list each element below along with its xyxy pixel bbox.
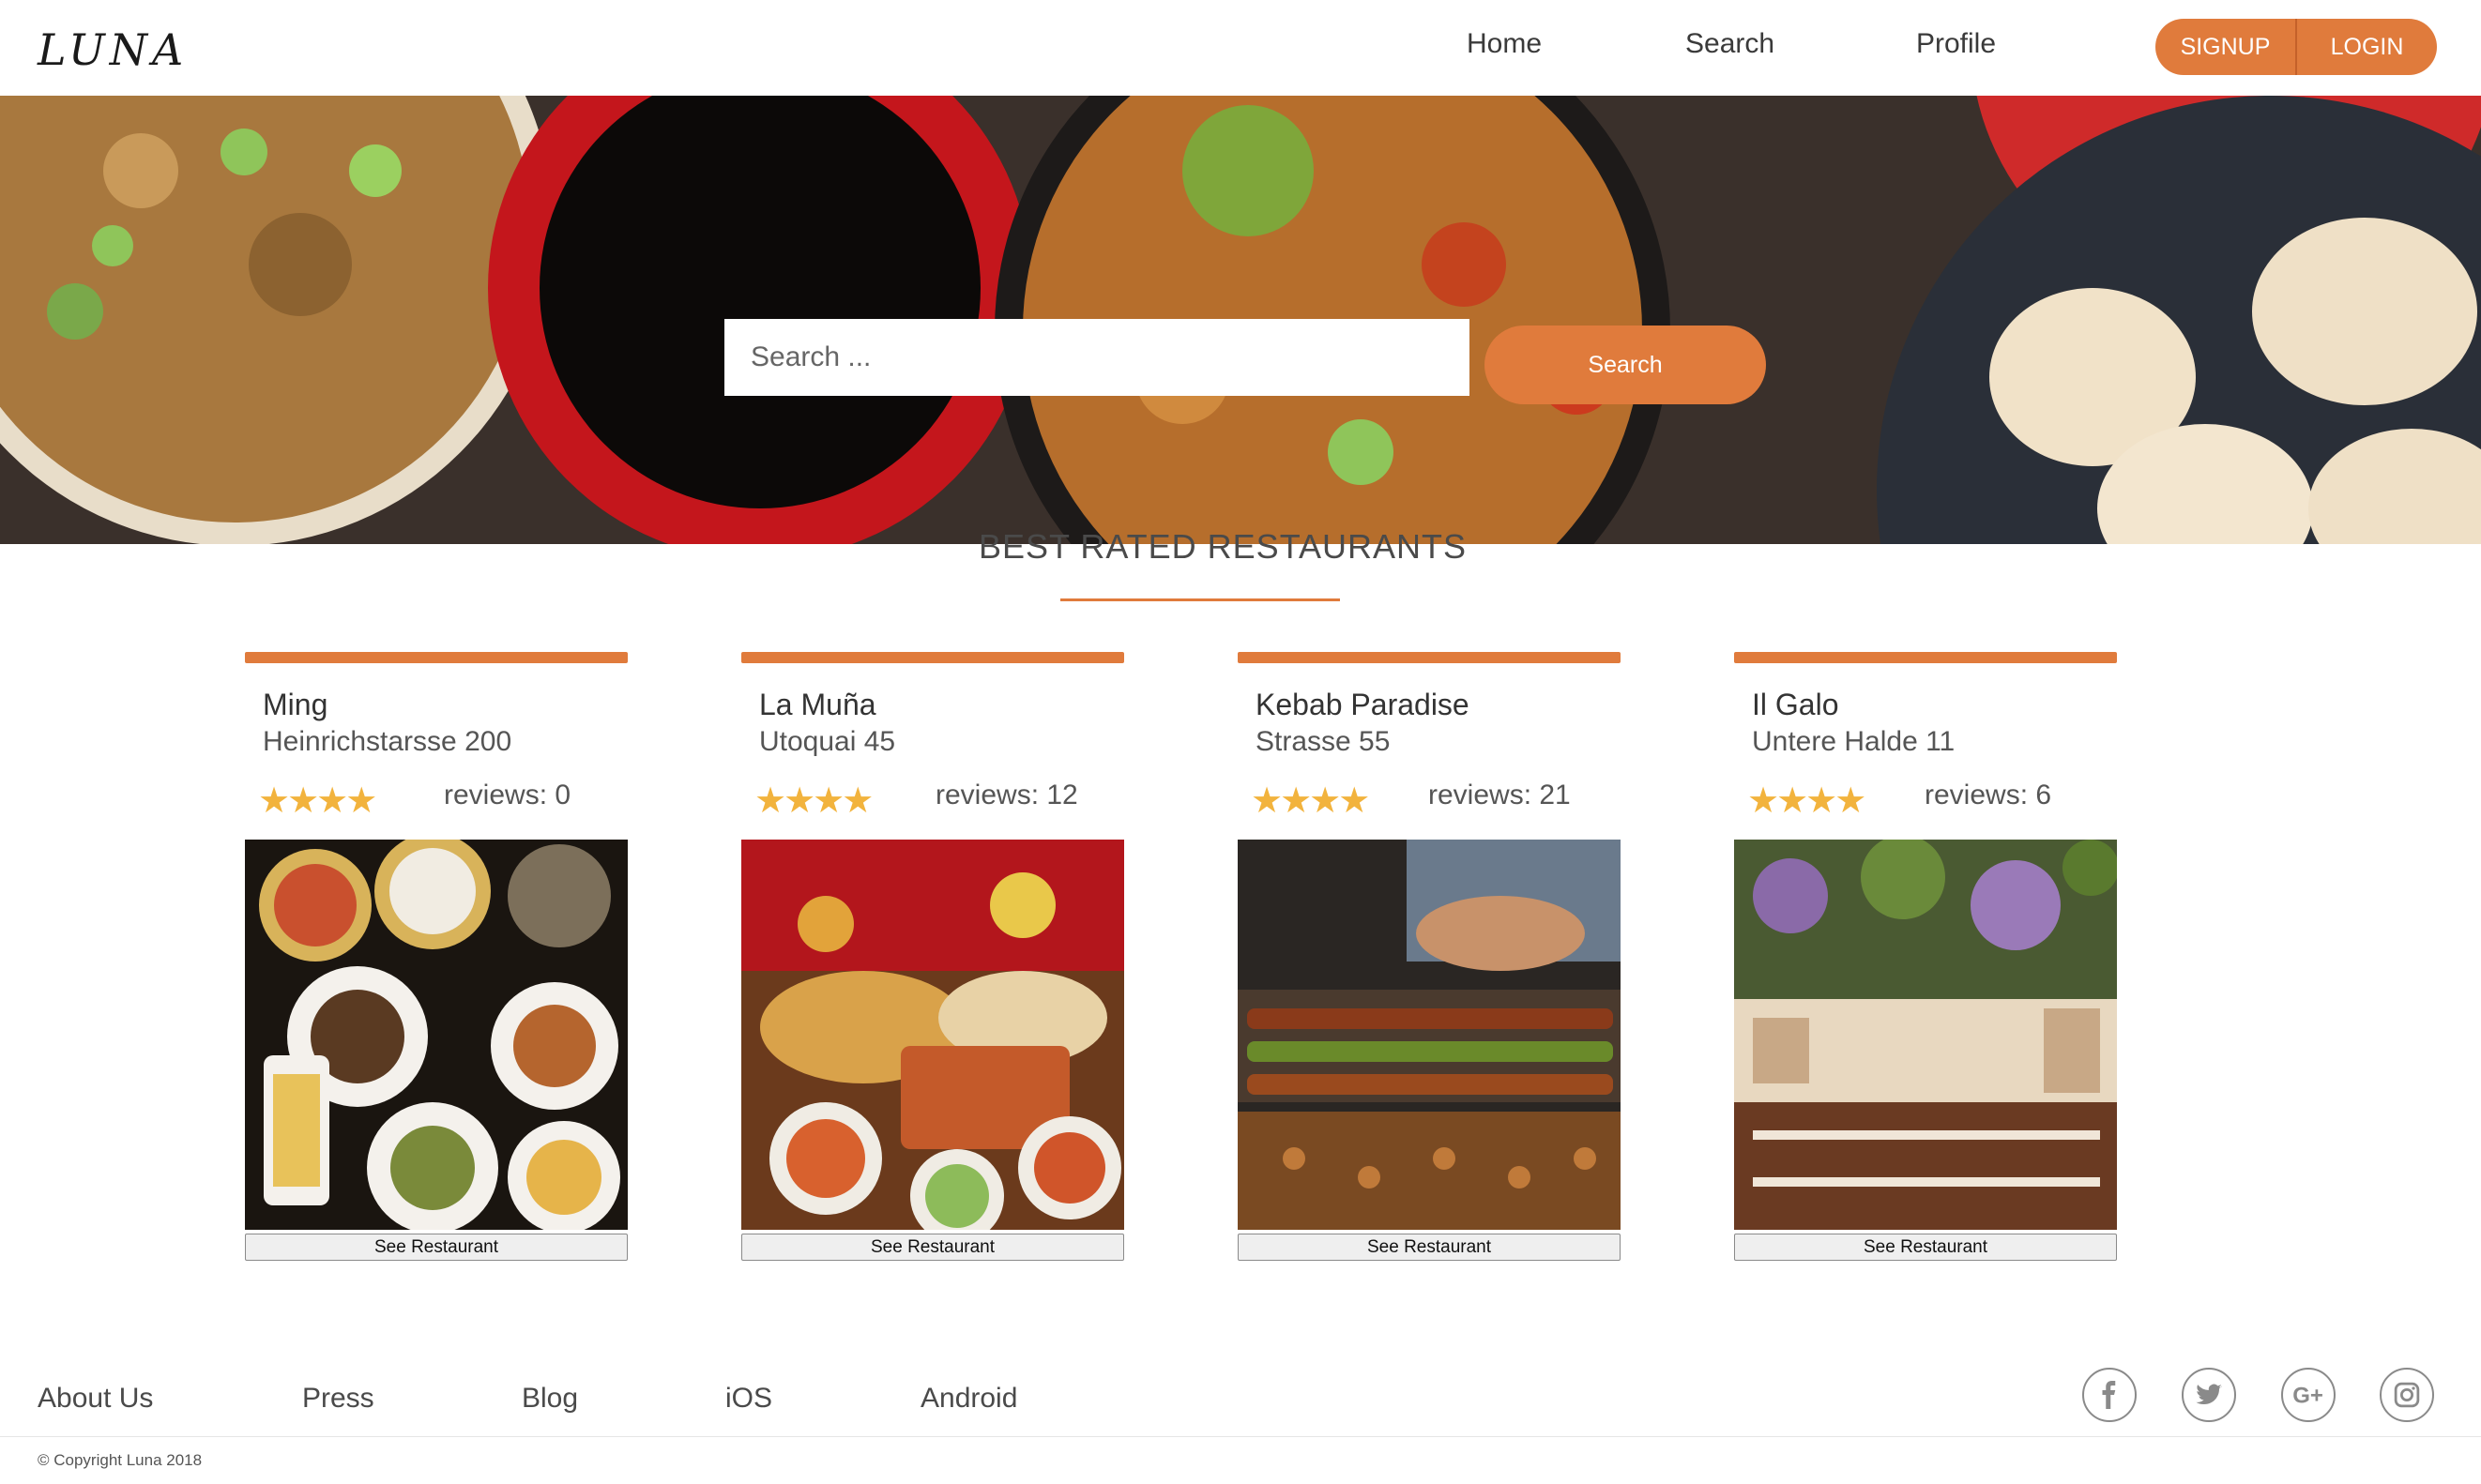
restaurant-image[interactable] — [741, 840, 1124, 1230]
nav-home[interactable]: Home — [1467, 28, 1542, 60]
restaurant-name[interactable]: La Muña — [759, 688, 876, 722]
review-count: reviews: 0 — [444, 780, 571, 810]
card-accent-bar — [245, 652, 628, 663]
restaurant-card: Kebab Paradise Strasse 55 ★ ★ ★ ★ reviews: … — [1238, 652, 1621, 1264]
luna-logo[interactable]: LUNA — [38, 24, 188, 75]
star-icon: ★ — [1805, 781, 1838, 821]
see-restaurant-button[interactable]: See Restaurant — [245, 1234, 628, 1261]
card-accent-bar — [1238, 652, 1621, 663]
star-icon: ★ — [754, 781, 787, 821]
star-rating: ★ ★ ★ ★ — [1747, 781, 1867, 821]
signup-button[interactable]: SIGNUP — [2155, 19, 2295, 75]
star-rating: ★ ★ ★ ★ — [1251, 781, 1371, 821]
instagram-icon[interactable] — [2380, 1368, 2434, 1422]
restaurant-address: Untere Halde 11 — [1752, 726, 1956, 757]
star-icon: ★ — [784, 781, 816, 821]
facebook-icon[interactable] — [2082, 1368, 2137, 1422]
copyright-text: © Copyright Luna 2018 — [38, 1451, 203, 1469]
see-restaurant-button[interactable]: See Restaurant — [1238, 1234, 1621, 1261]
star-icon: ★ — [287, 781, 320, 821]
restaurant-address: Strasse 55 — [1256, 726, 1391, 757]
restaurant-image[interactable] — [1734, 840, 2117, 1230]
star-rating: ★ ★ ★ ★ — [258, 781, 378, 821]
star-icon: ★ — [1834, 781, 1867, 821]
footer-press[interactable]: Press — [302, 1383, 374, 1415]
restaurant-image[interactable] — [1238, 840, 1621, 1230]
restaurant-card: Il Galo Untere Halde 11 ★ ★ ★ ★ reviews: 6 … — [1734, 652, 2117, 1264]
google-plus-icon[interactable]: G+ — [2281, 1368, 2336, 1422]
restaurant-image[interactable] — [245, 840, 628, 1230]
nav-profile[interactable]: Profile — [1916, 28, 1996, 60]
star-icon: ★ — [1280, 781, 1313, 821]
restaurant-address: Utoquai 45 — [759, 726, 896, 757]
restaurant-card: La Muña Utoquai 45 ★ ★ ★ ★ reviews: 12 See … — [741, 652, 1124, 1264]
footer-blog[interactable]: Blog — [522, 1383, 578, 1415]
star-icon: ★ — [813, 781, 845, 821]
star-icon: ★ — [1309, 781, 1342, 821]
nav-search[interactable]: Search — [1685, 28, 1774, 60]
restaurant-name[interactable]: Ming — [263, 688, 327, 722]
auth-button-group: SIGNUP LOGIN — [2155, 19, 2437, 75]
star-icon: ★ — [1747, 781, 1780, 821]
login-button[interactable]: LOGIN — [2297, 19, 2437, 75]
review-count: reviews: 12 — [936, 780, 1078, 810]
search-input[interactable] — [724, 319, 1469, 396]
twitter-icon[interactable] — [2182, 1368, 2236, 1422]
title-underline — [1060, 598, 1340, 601]
card-accent-bar — [741, 652, 1124, 663]
footer-divider — [0, 1436, 2481, 1437]
restaurant-name[interactable]: Il Galo — [1752, 688, 1838, 722]
restaurant-address: Heinrichstarsse 200 — [263, 726, 512, 757]
section-title: BEST RATED RESTAURANTS — [978, 527, 1468, 566]
star-icon: ★ — [258, 781, 291, 821]
see-restaurant-button[interactable]: See Restaurant — [741, 1234, 1124, 1261]
card-accent-bar — [1734, 652, 2117, 663]
star-icon: ★ — [842, 781, 875, 821]
star-icon: ★ — [1251, 781, 1284, 821]
footer-ios[interactable]: iOS — [725, 1383, 772, 1415]
star-icon: ★ — [316, 781, 349, 821]
top-header: LUNA Home Search Profile SIGNUP LOGIN — [0, 0, 2481, 96]
see-restaurant-button[interactable]: See Restaurant — [1734, 1234, 2117, 1261]
star-icon: ★ — [1776, 781, 1809, 821]
star-rating: ★ ★ ★ ★ — [754, 781, 875, 821]
footer-about-us[interactable]: About Us — [38, 1383, 153, 1415]
star-icon: ★ — [1338, 781, 1371, 821]
review-count: reviews: 21 — [1428, 780, 1571, 810]
restaurant-name[interactable]: Kebab Paradise — [1256, 688, 1469, 722]
footer-android[interactable]: Android — [921, 1383, 1017, 1415]
svg-text:G+: G+ — [2292, 1383, 2323, 1408]
star-icon: ★ — [345, 781, 378, 821]
restaurant-card: Ming Heinrichstarsse 200 ★ ★ ★ ★ reviews: 0… — [245, 652, 628, 1264]
hero-banner: Search — [0, 96, 2481, 544]
search-button[interactable]: Search — [1484, 326, 1766, 404]
review-count: reviews: 6 — [1925, 780, 2052, 810]
